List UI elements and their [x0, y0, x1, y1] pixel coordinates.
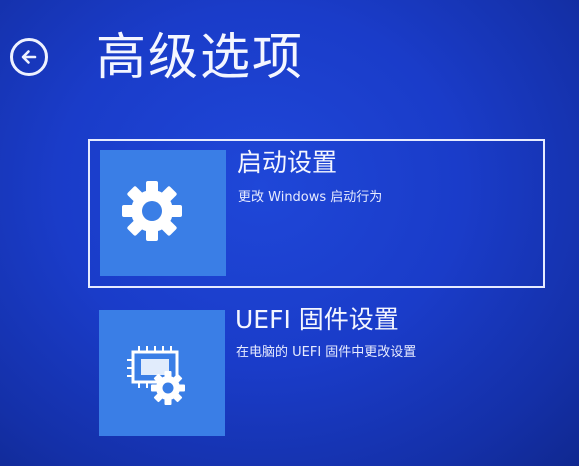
startup-settings-title: 启动设置 — [237, 148, 338, 177]
advanced-options-screen: 高级选项 启动设置 更改 Windows 启动行为 UEFI 固件设置 在电脑的… — [0, 0, 579, 466]
startup-settings-option[interactable]: 启动设置 更改 Windows 启动行为 — [88, 139, 545, 288]
back-arrow-icon — [21, 50, 37, 64]
uefi-firmware-icon-box — [99, 310, 225, 436]
startup-settings-icon-box — [100, 150, 226, 276]
uefi-firmware-settings-title: UEFI 固件设置 — [235, 305, 399, 334]
gear-icon — [122, 181, 182, 241]
startup-settings-description: 更改 Windows 启动行为 — [238, 190, 383, 205]
back-button[interactable] — [10, 38, 48, 76]
uefi-firmware-settings-description: 在电脑的 UEFI 固件中更改设置 — [236, 345, 417, 360]
page-title: 高级选项 — [96, 28, 304, 86]
firmware-chip-gear-icon — [127, 346, 185, 405]
uefi-firmware-settings-option[interactable]: UEFI 固件设置 在电脑的 UEFI 固件中更改设置 — [88, 300, 545, 449]
